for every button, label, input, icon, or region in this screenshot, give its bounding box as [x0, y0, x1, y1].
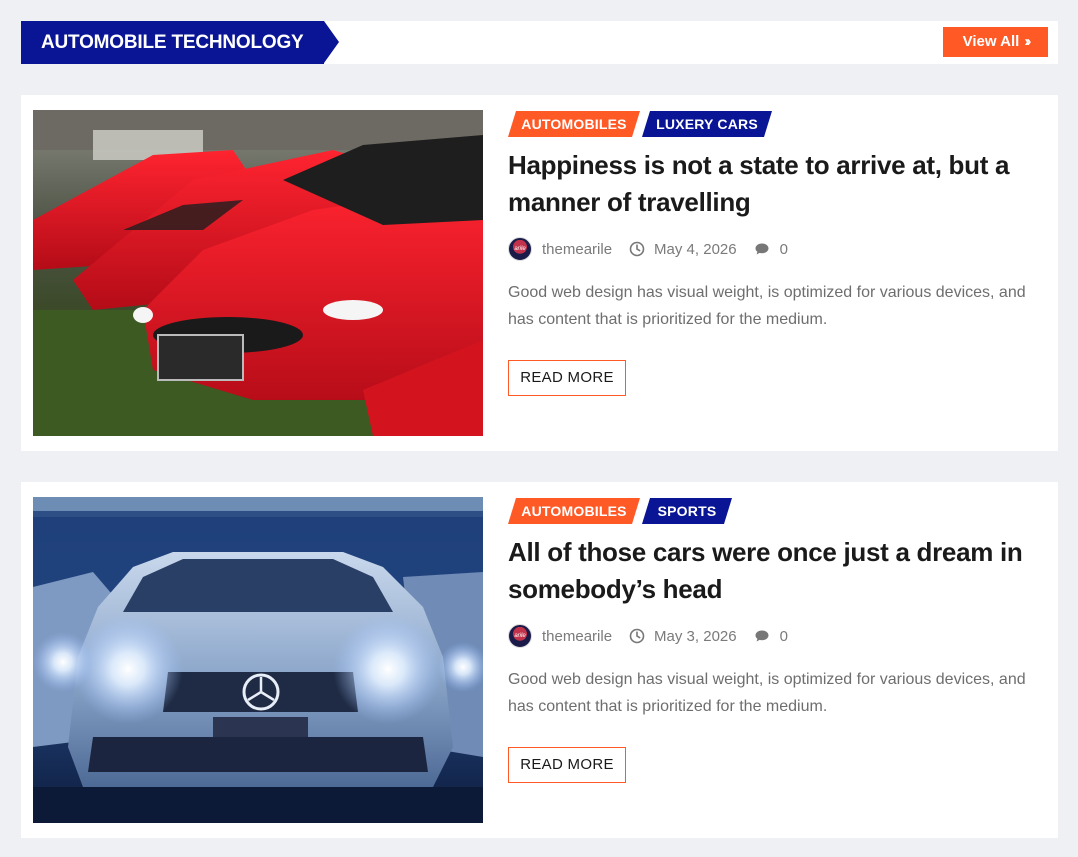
category-tag[interactable]: AUTOMOBILES [508, 498, 640, 524]
clock-icon [629, 628, 645, 644]
post-date[interactable]: May 3, 2026 [654, 628, 737, 645]
category-list: AUTOMOBILES SPORTS [508, 496, 1038, 524]
view-all-label: View All [962, 33, 1020, 50]
post-card: AUTOMOBILES SPORTS All of those cars wer… [21, 482, 1058, 838]
post-meta: arile themearile May 3, 2026 0 [508, 623, 1038, 649]
post-title[interactable]: All of those cars were once just a dream… [508, 534, 1038, 608]
author-avatar[interactable]: arile [508, 237, 532, 261]
category-tag[interactable]: LUXERY CARS [642, 111, 772, 137]
comment-count[interactable]: 0 [780, 628, 788, 645]
post-content: AUTOMOBILES SPORTS All of those cars wer… [508, 496, 1038, 783]
post-meta: arile themearile May 4, 2026 0 [508, 236, 1038, 262]
category-tag[interactable]: SPORTS [642, 498, 732, 524]
post-excerpt: Good web design has visual weight, is op… [508, 284, 1026, 328]
comment-count[interactable]: 0 [780, 241, 788, 258]
post-card: AUTOMOBILES LUXERY CARS Happiness is not… [21, 95, 1058, 451]
clock-icon [629, 241, 645, 257]
post-excerpt: Good web design has visual weight, is op… [508, 671, 1026, 715]
silver-mercedes-headlights-photo [33, 497, 483, 823]
category-tag[interactable]: AUTOMOBILES [508, 111, 640, 137]
comment-icon [755, 630, 769, 642]
red-sports-cars-photo [33, 110, 483, 436]
post-date[interactable]: May 4, 2026 [654, 241, 737, 258]
author-name[interactable]: themearile [542, 241, 612, 258]
section-header: AUTOMOBILE TECHNOLOGY View All ›› [21, 21, 1058, 64]
read-more-button[interactable]: READ MORE [508, 747, 626, 783]
read-more-button[interactable]: READ MORE [508, 360, 626, 396]
post-title[interactable]: Happiness is not a state to arrive at, b… [508, 147, 1038, 221]
author-name[interactable]: themearile [542, 628, 612, 645]
section-title: AUTOMOBILE TECHNOLOGY [21, 21, 339, 64]
post-thumbnail[interactable] [33, 110, 483, 436]
post-content: AUTOMOBILES LUXERY CARS Happiness is not… [508, 109, 1038, 396]
comment-icon [755, 243, 769, 255]
post-thumbnail[interactable] [33, 497, 483, 823]
double-chevron-right-icon: ›› [1024, 33, 1031, 50]
author-avatar[interactable]: arile [508, 624, 532, 648]
view-all-button[interactable]: View All ›› [943, 27, 1048, 57]
category-list: AUTOMOBILES LUXERY CARS [508, 109, 1038, 137]
